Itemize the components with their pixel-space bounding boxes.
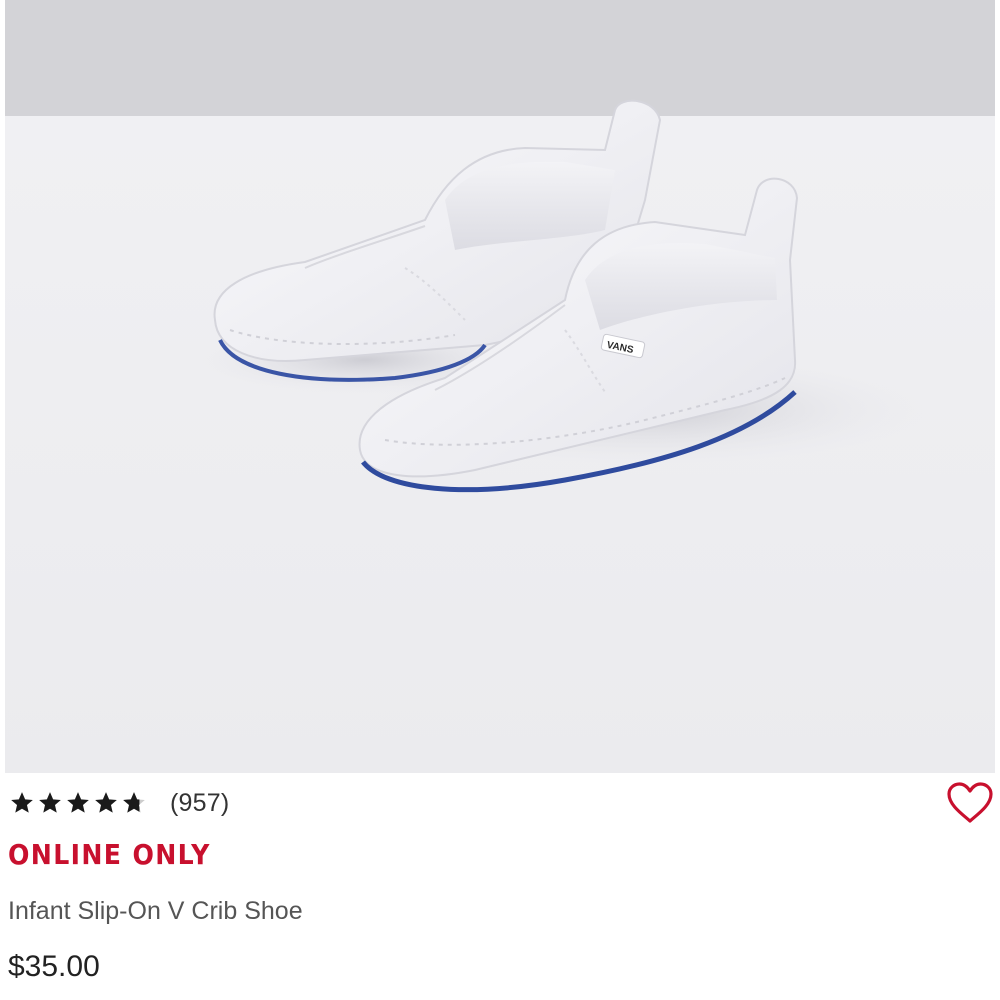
star-icon [67,792,89,813]
review-count[interactable]: (957) [170,789,229,818]
product-name-link[interactable]: Infant Slip-On V Crib Shoe [8,897,303,926]
star-icon [95,792,117,813]
star-rating [8,790,148,816]
rating-row[interactable]: (957) [8,786,229,820]
favorite-button[interactable] [942,779,998,827]
star-icon [39,792,61,813]
star-half-icon [123,792,145,813]
heart-outline-icon [947,782,993,823]
star-icon [11,792,33,813]
product-image[interactable]: VANS [5,0,995,773]
product-price: $35.00 [8,950,100,983]
product-card: VANS (957) ONLINE ONLY Infant Slip-On V … [0,0,1000,1000]
online-only-badge: ONLINE ONLY [8,838,211,871]
